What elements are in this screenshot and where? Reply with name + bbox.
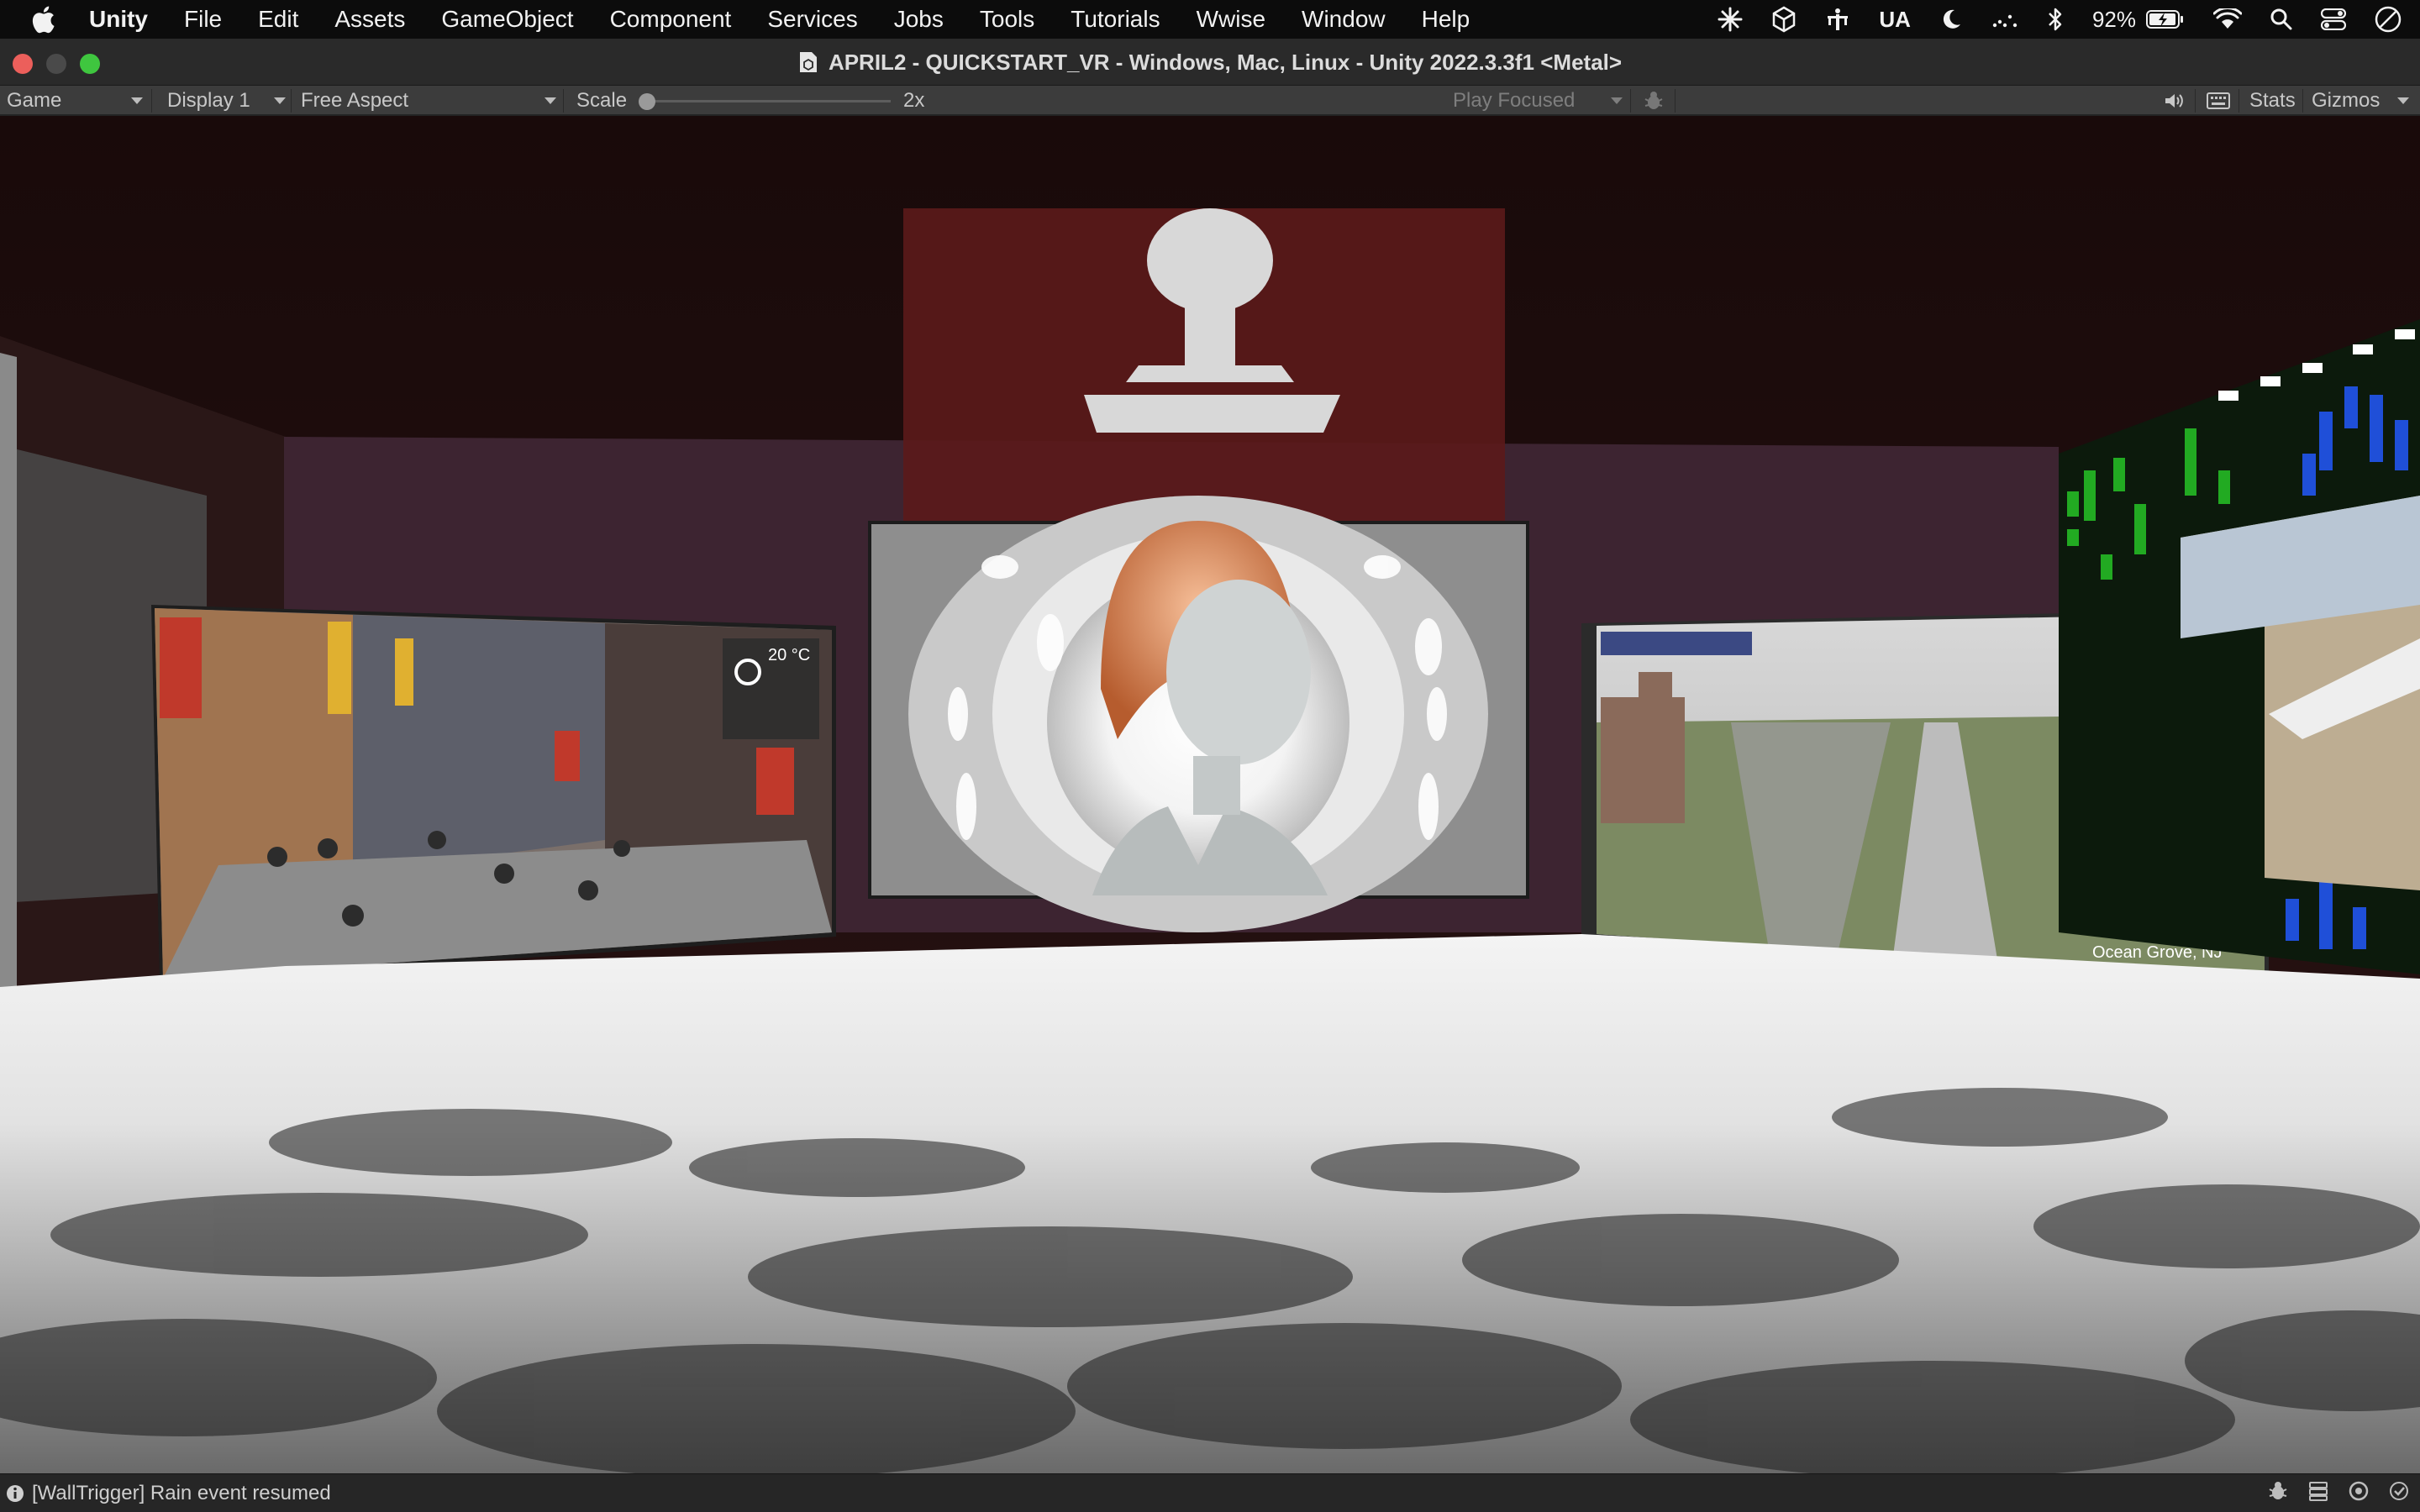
figure-network-icon[interactable]	[1825, 0, 1850, 39]
menu-tools[interactable]: Tools	[980, 6, 1034, 33]
gizmos-chevron-down-icon	[2397, 97, 2409, 104]
console-last-message[interactable]: [WallTrigger] Rain event resumed	[32, 1474, 331, 1512]
info-icon	[5, 1483, 25, 1509]
view-mode-label: Game	[7, 89, 62, 112]
window-title-bar: APRIL2 - QUICKSTART_VR - Windows, Mac, L…	[0, 39, 2420, 86]
no-entry-circle-icon[interactable]	[2375, 0, 2402, 39]
game-view-toolbar: Game Display 1 Free Aspect Scale 2x Play…	[0, 86, 2420, 116]
debug-bug-icon[interactable]	[1643, 86, 1665, 116]
apple-menu-icon[interactable]	[30, 5, 64, 34]
cache-server-icon[interactable]	[2307, 1480, 2329, 1508]
display-dropdown[interactable]: Display 1	[167, 86, 250, 116]
bluetooth-icon[interactable]	[2047, 0, 2064, 39]
center-video-screen	[868, 496, 1529, 932]
progress-spinner-icon[interactable]	[2348, 1480, 2370, 1508]
gizmos-label: Gizmos	[2312, 89, 2381, 112]
mute-audio-icon[interactable]	[2163, 86, 2185, 116]
moon-icon[interactable]	[1939, 0, 1963, 39]
claude-sparkle-icon[interactable]	[1718, 0, 1743, 39]
toolbar-divider	[2238, 89, 2239, 113]
toolbar-divider	[151, 89, 152, 113]
menu-help[interactable]: Help	[1422, 6, 1470, 33]
toolbar-divider	[563, 89, 564, 113]
menu-wwise[interactable]: Wwise	[1197, 6, 1265, 33]
play-mode-label: Play Focused	[1453, 89, 1576, 112]
menu-jobs[interactable]: Jobs	[894, 6, 944, 33]
aspect-chevron-down-icon	[544, 97, 556, 104]
keyboard-shortcuts-icon[interactable]	[2207, 86, 2230, 116]
activity-dots-icon[interactable]	[1991, 0, 2018, 39]
scale-label: Scale	[576, 89, 628, 112]
view-mode-chevron-down-icon	[131, 97, 143, 104]
scale-slider-track[interactable]	[647, 100, 891, 102]
toolbar-divider	[1630, 89, 1631, 113]
menu-component[interactable]: Component	[610, 6, 732, 33]
toolbar-divider	[1675, 89, 1676, 113]
unity-document-icon	[798, 50, 818, 74]
aspect-label: Free Aspect	[301, 89, 409, 112]
left-video-screen: 20 °C	[151, 605, 836, 983]
wifi-icon[interactable]	[2213, 0, 2242, 39]
menu-gameobject[interactable]: GameObject	[441, 6, 573, 33]
gizmos-button[interactable]: Gizmos	[2312, 86, 2380, 116]
scale-slider-handle[interactable]	[639, 93, 655, 110]
window-title: APRIL2 - QUICKSTART_VR - Windows, Mac, L…	[828, 49, 1623, 75]
menu-unity[interactable]: Unity	[89, 6, 148, 33]
menu-file[interactable]: File	[184, 6, 222, 33]
scale-value: 2x	[903, 89, 925, 112]
macos-menu-bar: Unity File Edit Assets GameObject Compon…	[0, 0, 2420, 39]
vr-scene-render: 20 °C Ocean Grove, NJ	[0, 116, 2420, 1473]
display-chevron-down-icon	[274, 97, 286, 104]
toolbar-divider	[2195, 89, 2196, 113]
menu-services[interactable]: Services	[767, 6, 857, 33]
menu-edit[interactable]: Edit	[258, 6, 298, 33]
debug-bug-icon[interactable]	[2267, 1480, 2289, 1508]
battery-charging-icon[interactable]	[2146, 0, 2185, 39]
spotlight-search-icon[interactable]	[2270, 0, 2292, 39]
stats-button[interactable]: Stats	[2249, 86, 2296, 116]
control-center-icon[interactable]	[2321, 0, 2346, 39]
console-status-bar[interactable]: [WallTrigger] Rain event resumed	[0, 1473, 2420, 1512]
weather-temperature: 20 °C	[768, 646, 810, 664]
menu-window[interactable]: Window	[1302, 6, 1386, 33]
game-view-viewport[interactable]: 20 °C Ocean Grove, NJ	[0, 116, 2420, 1473]
play-mode-chevron-down-icon	[1611, 97, 1623, 104]
toolbar-divider	[291, 89, 292, 113]
aspect-dropdown[interactable]: Free Aspect	[301, 86, 408, 116]
unity-cube-icon[interactable]	[1771, 0, 1797, 39]
menu-tutorials[interactable]: Tutorials	[1071, 6, 1160, 33]
checkmark-status-icon[interactable]	[2388, 1480, 2410, 1508]
play-mode-dropdown[interactable]: Play Focused	[1453, 86, 1575, 116]
menu-assets[interactable]: Assets	[334, 6, 405, 33]
toolbar-divider	[2302, 89, 2303, 113]
battery-percentage: 92%	[2091, 6, 2136, 32]
input-source-indicator[interactable]: UA	[1879, 0, 1911, 39]
view-mode-dropdown[interactable]: Game	[7, 86, 61, 116]
display-label: Display 1	[167, 89, 250, 112]
stats-label: Stats	[2249, 89, 2296, 112]
